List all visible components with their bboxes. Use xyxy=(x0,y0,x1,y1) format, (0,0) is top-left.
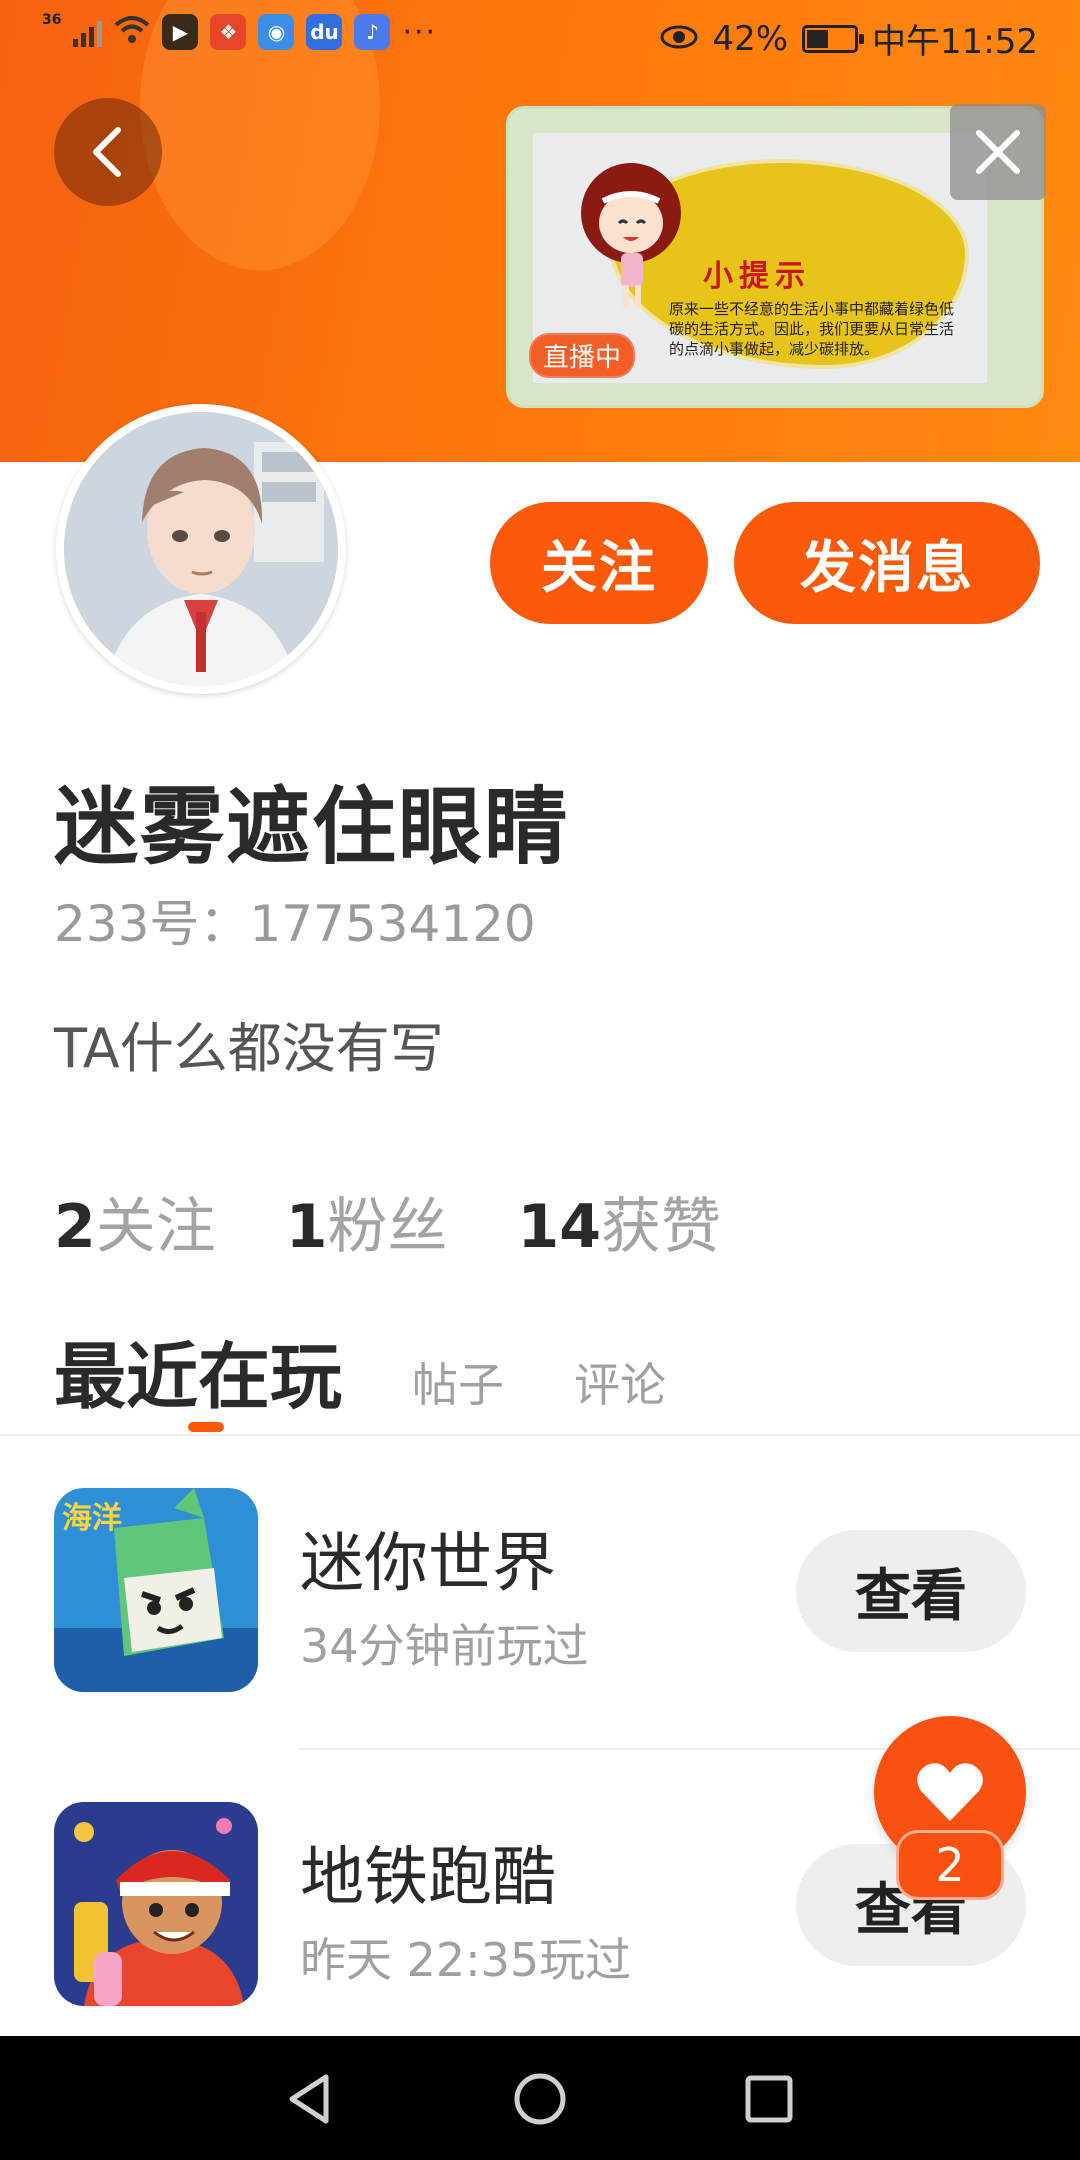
battery-icon xyxy=(802,24,865,53)
music-app-icon: ♪ xyxy=(354,14,391,50)
stat-followers[interactable]: 1粉丝 xyxy=(286,1178,448,1265)
eye-comfort-icon xyxy=(660,19,698,59)
back-button[interactable] xyxy=(54,98,162,206)
chevron-left-icon xyxy=(93,127,121,177)
browser-app-icon: ◉ xyxy=(258,14,295,50)
close-icon xyxy=(976,130,1020,174)
stat-following-value: 2 xyxy=(54,1192,96,1262)
baidu-app-icon: du xyxy=(306,14,343,50)
stat-likes-label: 获赞 xyxy=(601,1192,721,1262)
tab-recently-played[interactable]: 最近在玩 xyxy=(54,1318,342,1423)
user-id: 233号：177534120 xyxy=(54,884,536,956)
nav-recents-button[interactable] xyxy=(734,2064,804,2134)
stat-followers-value: 1 xyxy=(285,1192,328,1262)
send-message-button[interactable]: 发消息 xyxy=(734,502,1040,624)
tip-text: 原来一些不经意的生活小事中都藏着绿色低碳的生活方式。因此，我们更要从日常生活的点… xyxy=(669,300,955,358)
game-icon-label: 海洋 xyxy=(62,1501,122,1536)
subway-surfers-game-icon xyxy=(54,1802,258,2006)
nav-back-button[interactable] xyxy=(274,2064,344,2134)
tab-divider xyxy=(0,1434,1080,1436)
square-recents-icon xyxy=(745,2075,793,2123)
tip-title: 小提示 xyxy=(703,259,811,294)
game-last-played: 昨天 22:35玩过 xyxy=(300,1933,632,1987)
user-id-value: 177534120 xyxy=(249,895,536,953)
close-live-button[interactable] xyxy=(950,104,1046,200)
tab-comments[interactable]: 评论 xyxy=(574,1349,666,1423)
triangle-back-icon xyxy=(289,2074,329,2124)
stat-following-label: 关注 xyxy=(95,1192,216,1262)
live-badge: 直播中 xyxy=(529,333,636,378)
stat-following[interactable]: 2关注 xyxy=(54,1178,216,1265)
media-app-icon: ▶ xyxy=(162,14,199,50)
avatar-image xyxy=(64,412,338,686)
heart-icon xyxy=(917,1763,983,1821)
mini-world-game-icon: 海洋 xyxy=(54,1488,258,1692)
game-name: 迷你世界 xyxy=(300,1527,556,1601)
list-item[interactable]: 海洋 迷你世界 34分钟前玩过 查看 xyxy=(54,1488,1054,1698)
system-nav-bar xyxy=(0,2036,1080,2160)
nav-home-button[interactable] xyxy=(505,2064,575,2134)
tab-posts[interactable]: 帖子 xyxy=(412,1349,504,1423)
signal-icon xyxy=(73,17,103,47)
active-tab-indicator xyxy=(188,1422,224,1432)
profile-tabs: 最近在玩 帖子 评论 xyxy=(54,1318,666,1423)
stat-followers-label: 粉丝 xyxy=(327,1192,448,1262)
more-notifications: ··· xyxy=(402,14,438,50)
grid-app-icon: ❖ xyxy=(210,14,247,50)
view-game-button[interactable]: 查看 xyxy=(796,1530,1026,1652)
username: 迷雾遮住眼睛 xyxy=(54,778,571,876)
bio: TA什么都没有写 xyxy=(54,1017,444,1080)
avatar[interactable] xyxy=(56,404,346,694)
stat-likes-value: 14 xyxy=(517,1192,602,1262)
header-banner: 36 ▶ ❖ ◉ du ♪ ··· 42% 中午11:52 小提示 原来一些不经… xyxy=(0,0,1080,462)
circle-home-icon xyxy=(514,2073,566,2125)
stat-likes: 14获赞 xyxy=(518,1178,722,1265)
game-last-played: 34分钟前玩过 xyxy=(300,1619,589,1673)
clock: 中午11:52 xyxy=(872,22,1038,62)
battery-percent: 42% xyxy=(712,18,789,59)
stats-row: 2关注 1粉丝 14获赞 xyxy=(54,1178,721,1265)
like-count-badge: 2 xyxy=(896,1830,1004,1900)
user-id-label: 233号： xyxy=(54,895,250,953)
network-type: 36 xyxy=(42,12,62,28)
wifi-icon xyxy=(114,15,150,49)
game-name: 地铁跑酷 xyxy=(300,1841,556,1915)
status-bar: 36 ▶ ❖ ◉ du ♪ ··· 42% 中午11:52 xyxy=(0,0,1080,74)
follow-button[interactable]: 关注 xyxy=(490,502,708,624)
